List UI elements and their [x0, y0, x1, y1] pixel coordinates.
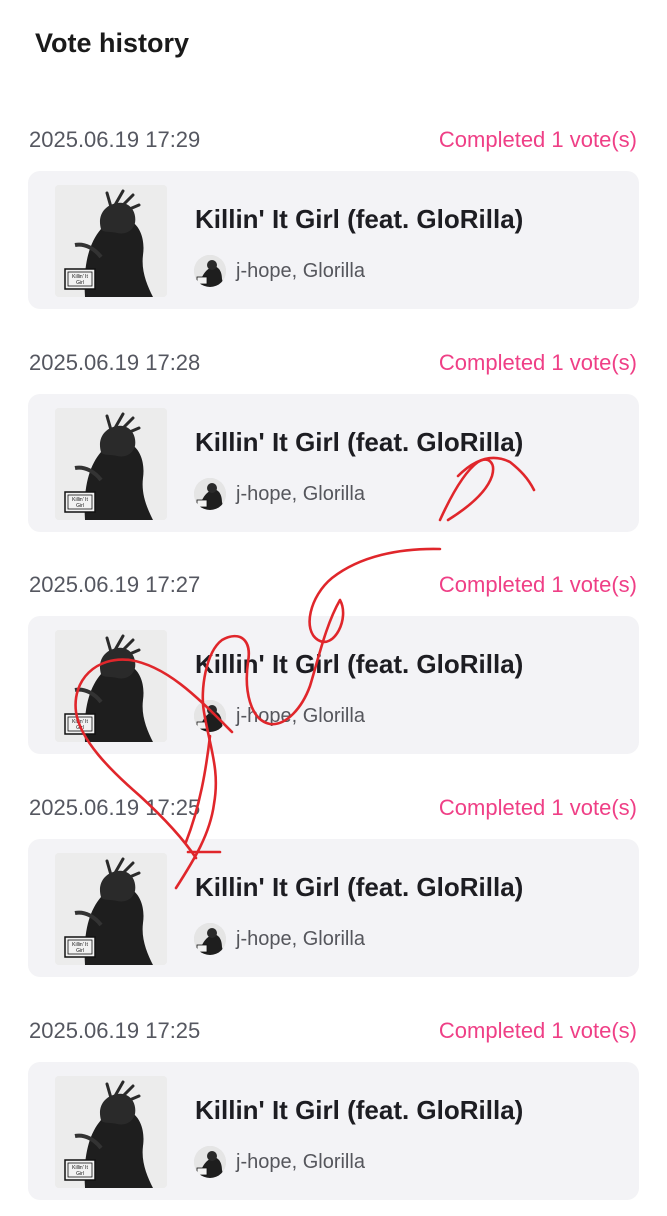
song-title: Killin' It Girl (feat. GloRilla) — [195, 649, 524, 679]
vote-timestamp: 2025.06.19 17:29 — [29, 127, 201, 152]
song-title: Killin' It Girl (feat. GloRilla) — [195, 204, 524, 234]
artist-row: j-hope, Glorilla — [194, 1146, 365, 1178]
artist-names: j-hope, Glorilla — [236, 482, 365, 505]
album-cover-image: Killin' It Girl — [55, 853, 167, 965]
svg-text:Girl: Girl — [76, 725, 84, 731]
artist-avatar — [194, 478, 226, 510]
artist-names: j-hope, Glorilla — [236, 704, 365, 727]
artist-row: j-hope, Glorilla — [194, 478, 365, 510]
song-card[interactable]: Killin' It Girl Killin' It Girl (feat. G… — [28, 839, 639, 977]
svg-text:Girl: Girl — [76, 280, 84, 286]
svg-text:Girl: Girl — [76, 948, 84, 954]
vote-timestamp: 2025.06.19 17:28 — [29, 350, 201, 375]
vote-status: Completed 1 vote(s) — [438, 1018, 637, 1043]
artist-names: j-hope, Glorilla — [236, 1150, 365, 1173]
song-card[interactable]: Killin' It Girl Killin' It Girl (feat. G… — [28, 1062, 639, 1200]
song-title: Killin' It Girl (feat. GloRilla) — [195, 1095, 524, 1125]
song-card[interactable]: Killin' It Girl Killin' It Girl (feat. G… — [28, 394, 639, 532]
album-cover-image: Killin' It Girl — [55, 185, 167, 297]
svg-text:Girl: Girl — [76, 503, 84, 509]
album-cover-image: Killin' It Girl — [55, 1076, 167, 1188]
album-cover-image: Killin' It Girl — [55, 630, 167, 742]
artist-avatar — [194, 255, 226, 287]
artist-names: j-hope, Glorilla — [236, 259, 365, 282]
song-card[interactable]: Killin' It Girl Killin' It Girl (feat. G… — [28, 616, 639, 754]
entry-meta-row: 2025.06.19 17:29 Completed 1 vote(s) — [29, 125, 637, 155]
album-cover-image: Killin' It Girl — [55, 408, 167, 520]
song-card[interactable]: Killin' It Girl Killin' It Girl (feat. G… — [28, 171, 639, 309]
artist-row: j-hope, Glorilla — [194, 255, 365, 287]
artist-avatar — [194, 700, 226, 732]
song-title: Killin' It Girl (feat. GloRilla) — [195, 872, 524, 902]
vote-timestamp: 2025.06.19 17:25 — [29, 1018, 201, 1043]
vote-status: Completed 1 vote(s) — [438, 572, 637, 597]
vote-status: Completed 1 vote(s) — [438, 795, 637, 820]
entry-meta-row: 2025.06.19 17:25 Completed 1 vote(s) — [29, 793, 637, 823]
vote-status: Completed 1 vote(s) — [438, 350, 637, 375]
svg-text:Girl: Girl — [76, 1171, 84, 1177]
song-title: Killin' It Girl (feat. GloRilla) — [195, 427, 524, 457]
vote-entry: 2025.06.19 17:25 Completed 1 vote(s) Kil… — [0, 1016, 667, 1216]
artist-row: j-hope, Glorilla — [194, 700, 365, 732]
entry-meta-row: 2025.06.19 17:28 Completed 1 vote(s) — [29, 348, 637, 378]
page-header: Vote history — [0, 0, 667, 100]
artist-names: j-hope, Glorilla — [236, 927, 365, 950]
vote-status: Completed 1 vote(s) — [438, 127, 637, 152]
vote-entry: 2025.06.19 17:27 Completed 1 vote(s) Kil… — [0, 570, 667, 770]
page-title: Vote history — [35, 28, 190, 58]
entry-meta-row: 2025.06.19 17:27 Completed 1 vote(s) — [29, 570, 637, 600]
artist-avatar — [194, 1146, 226, 1178]
vote-timestamp: 2025.06.19 17:27 — [29, 572, 201, 597]
artist-avatar — [194, 923, 226, 955]
entry-meta-row: 2025.06.19 17:25 Completed 1 vote(s) — [29, 1016, 637, 1046]
vote-entry: 2025.06.19 17:29 Completed 1 vote(s) Kil… — [0, 125, 667, 325]
vote-entry: 2025.06.19 17:25 Completed 1 vote(s) Kil… — [0, 793, 667, 993]
vote-entry: 2025.06.19 17:28 Completed 1 vote(s) Kil… — [0, 348, 667, 548]
vote-timestamp: 2025.06.19 17:25 — [29, 795, 201, 820]
artist-row: j-hope, Glorilla — [194, 923, 365, 955]
